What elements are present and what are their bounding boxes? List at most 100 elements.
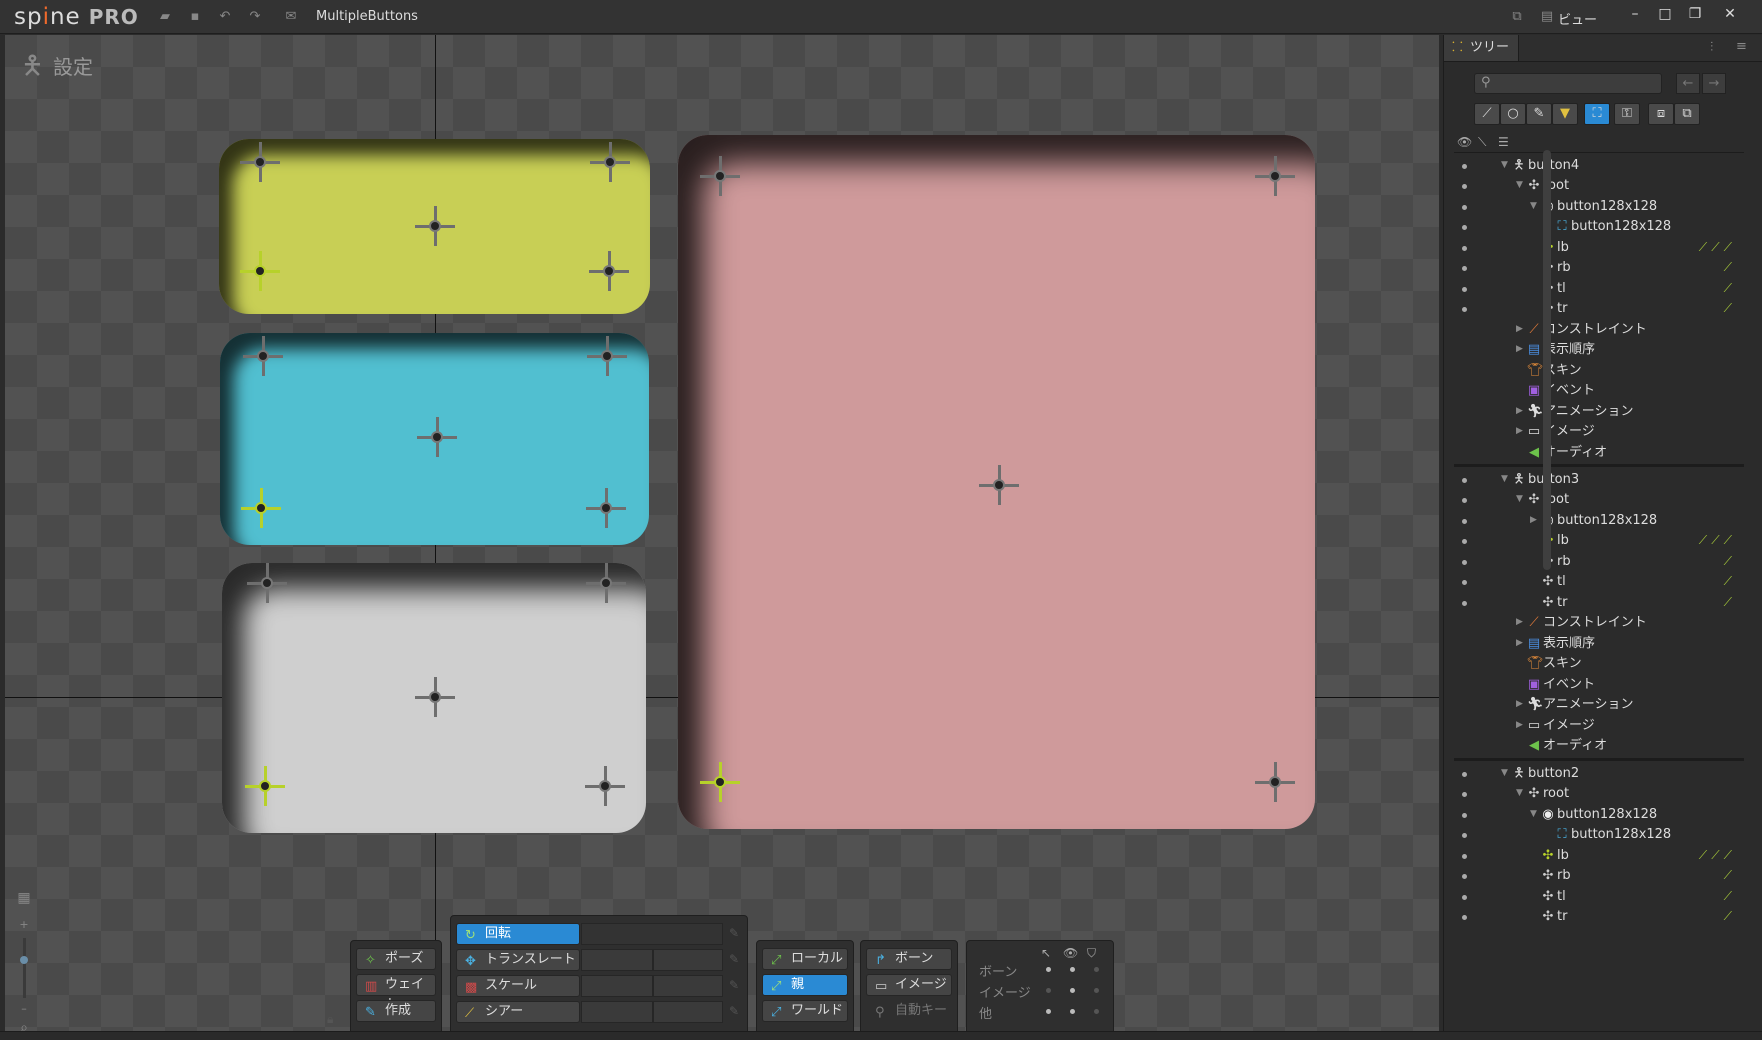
shear-key-icon[interactable]: ✎ — [729, 1004, 739, 1018]
shear-y-field[interactable] — [653, 1001, 723, 1023]
rotate-value-field[interactable] — [581, 923, 723, 945]
layout-icon[interactable]: ▦ — [15, 890, 33, 906]
rotate-key-icon[interactable]: ✎ — [729, 926, 739, 940]
bones-compensate-button[interactable]: ↱ ボーン — [866, 948, 952, 970]
expand-icon[interactable]: ⧉ — [1674, 103, 1700, 125]
key-icons[interactable]: ⟋⟋⟋ — [1699, 529, 1736, 552]
vis-bones-names[interactable] — [1094, 967, 1099, 972]
bone-root[interactable] — [977, 463, 1021, 507]
translate-tool-button[interactable]: ✥ トランスレート — [456, 949, 580, 971]
view-menu[interactable]: ビュー — [1558, 9, 1597, 28]
translate-x-field[interactable] — [581, 949, 653, 971]
visibility-dot[interactable] — [1462, 498, 1467, 503]
bone-lb[interactable] — [238, 249, 282, 293]
tree-row-bone-tr[interactable]: ✣tr⟋ — [1454, 297, 1744, 320]
name-tag-icon[interactable]: ⛉ — [1087, 946, 1096, 961]
shear-x-field[interactable] — [581, 1001, 653, 1023]
minimize-icon[interactable]: – — [1620, 3, 1650, 25]
export-icon[interactable]: ✉ — [284, 10, 298, 23]
collapse-icon[interactable]: ⧈ — [1648, 103, 1674, 125]
tree-row-attachment[interactable]: ⛶ button128x128 — [1454, 215, 1744, 238]
tree-row-bone-rb[interactable]: ✣rb⟋ — [1454, 256, 1744, 279]
tree-row-images[interactable]: ▶ ▭ イメージ — [1454, 420, 1744, 443]
hierarchy-column-icon[interactable]: ☰ — [1498, 135, 1509, 149]
filter-attachments-icon[interactable]: ✎ — [1526, 103, 1552, 125]
key-icons[interactable]: ⟋ — [1724, 905, 1736, 928]
bone-tr[interactable] — [585, 334, 629, 378]
vis-other-select[interactable] — [1046, 1009, 1051, 1014]
tree-scrollbar[interactable] — [1543, 150, 1551, 570]
bone-tl[interactable] — [238, 140, 282, 184]
bone-rb[interactable] — [583, 764, 627, 808]
view-icon[interactable]: ▤ — [1540, 10, 1554, 23]
search-prev-button[interactable]: ← — [1676, 73, 1700, 94]
visibility-dot[interactable] — [1462, 813, 1467, 818]
bone-rb[interactable] — [584, 486, 628, 530]
bone-tl[interactable] — [241, 334, 285, 378]
tree-row-root[interactable]: ▼ ✣ root — [1454, 174, 1744, 197]
bone-root[interactable] — [415, 415, 459, 459]
visibility-dot[interactable] — [1462, 854, 1467, 859]
visibility-dot[interactable] — [1462, 246, 1467, 251]
scale-tool-button[interactable]: ▩ スケール — [456, 975, 580, 997]
bone-rb[interactable] — [587, 249, 631, 293]
sync-icon[interactable]: ⧉ — [1510, 10, 1524, 23]
translate-key-icon[interactable]: ✎ — [729, 952, 739, 966]
key-icons[interactable]: ⟋ — [1724, 256, 1736, 279]
visibility-dot[interactable] — [1462, 580, 1467, 585]
visibility-dot[interactable] — [1462, 478, 1467, 483]
bone-tl[interactable] — [245, 561, 289, 605]
bone-lb[interactable] — [239, 486, 283, 530]
visibility-dot[interactable] — [1462, 874, 1467, 879]
visibility-dot[interactable] — [1462, 225, 1467, 230]
auto-key-button[interactable]: ⚲ 自動キー — [866, 1000, 952, 1022]
select-cursor-icon[interactable]: ↖ — [1041, 946, 1051, 960]
filter-bones-icon[interactable]: ⟋ — [1474, 103, 1500, 125]
pose-tool-button[interactable]: ✧ ポーズ — [356, 948, 436, 970]
visibility-dot[interactable] — [1462, 266, 1467, 271]
visibility-dot[interactable] — [1462, 772, 1467, 777]
visibility-dot[interactable] — [1462, 307, 1467, 312]
scale-x-field[interactable] — [581, 975, 653, 997]
visibility-dot[interactable] — [1462, 539, 1467, 544]
visibility-dot[interactable] — [1462, 895, 1467, 900]
tree-row-root[interactable]: ▼ ✣ root — [1454, 782, 1744, 805]
bone-rb[interactable] — [1253, 760, 1297, 804]
visibility-dot[interactable] — [1462, 833, 1467, 838]
key-column-icon[interactable]: ⟍ — [1478, 135, 1486, 150]
tree-row-draw-order[interactable]: ▶ ▤ 表示順序 — [1454, 338, 1744, 361]
key-icons[interactable]: ⟋ — [1724, 864, 1736, 887]
save-icon[interactable]: ▪ — [188, 10, 202, 23]
filter-keys-icon[interactable]: ⚿ — [1614, 103, 1640, 125]
vis-bones-select[interactable] — [1046, 967, 1051, 972]
visibility-dot[interactable] — [1462, 184, 1467, 189]
visible-eye-icon[interactable]: 👁︎ — [1063, 946, 1078, 960]
key-icons[interactable]: ⟋ — [1724, 570, 1736, 593]
translate-y-field[interactable] — [653, 949, 723, 971]
visibility-dot[interactable] — [1462, 915, 1467, 920]
tree-row-bone-rb[interactable]: ✣rb⟋ — [1454, 864, 1744, 887]
vis-other-show[interactable] — [1070, 1009, 1075, 1014]
tree-row-events[interactable]: ▣ イベント — [1454, 379, 1744, 402]
maximize-icon[interactable]: □ — [1650, 3, 1680, 25]
panel-menu-icon[interactable]: ≡ — [1736, 39, 1747, 54]
visibility-dot[interactable] — [1462, 205, 1467, 210]
world-axis-button[interactable]: ⤢ ワールド — [762, 1000, 848, 1022]
open-folder-icon[interactable]: ▰ — [158, 10, 172, 23]
vis-other-names[interactable] — [1094, 1009, 1099, 1014]
visibility-column-icon[interactable]: 👁︎ — [1457, 135, 1472, 149]
visibility-dot[interactable] — [1462, 164, 1467, 169]
bone-lb[interactable] — [698, 760, 742, 804]
bone-lb[interactable] — [243, 764, 287, 808]
bone-tl[interactable] — [698, 154, 742, 198]
settings-sliders-icon[interactable]: ⫶ — [1710, 40, 1713, 55]
undo-icon[interactable]: ↶ — [218, 10, 232, 23]
tree-row-audio[interactable]: ◀︎ オーディオ — [1454, 734, 1744, 757]
close-icon[interactable]: ✕ — [1715, 3, 1745, 25]
restore-icon[interactable]: ❐ — [1680, 3, 1710, 25]
bone-tr[interactable] — [588, 140, 632, 184]
vis-images-show[interactable] — [1070, 988, 1075, 993]
tree-row-constraints[interactable]: ▶ ⟋ コンストレイント — [1454, 611, 1744, 634]
lock-icon[interactable]: 🔒︎ — [327, 1012, 333, 1027]
weight-tool-button[interactable]: ▥ウェイト — [356, 974, 436, 1012]
